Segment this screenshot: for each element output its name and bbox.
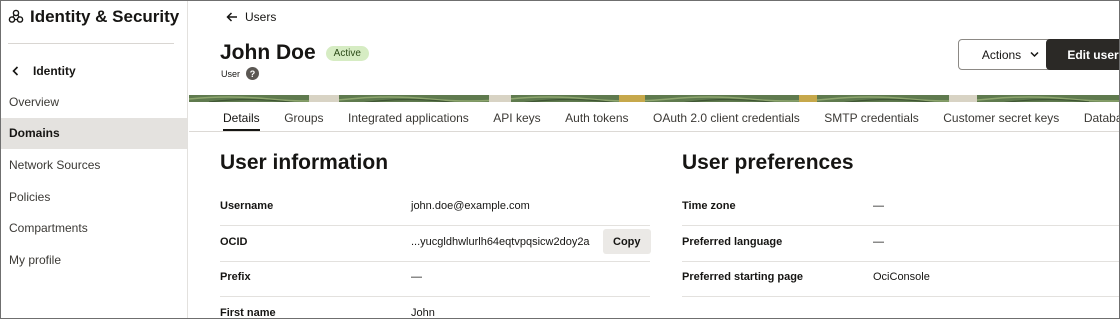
sidebar-item-compartments[interactable]: Compartments bbox=[1, 212, 187, 244]
tab-api-keys[interactable]: API keys bbox=[493, 102, 540, 132]
decorative-banner bbox=[189, 95, 1119, 102]
user-information-title: User information bbox=[220, 151, 389, 174]
info-label-first-name: First name bbox=[220, 307, 276, 319]
pref-value-time-zone: — bbox=[873, 200, 884, 212]
sidebar-brand: Identity & Security bbox=[8, 7, 179, 27]
info-row-ocid: OCID ...yucgldhwlurlh64eqtvpqsicw2doy2a … bbox=[220, 226, 651, 262]
info-row-first-name: First name John bbox=[220, 297, 650, 319]
sidebar: Identity & Security Identity Overview Do… bbox=[1, 1, 188, 318]
tab-oauth-client-credentials[interactable]: OAuth 2.0 client credentials bbox=[653, 102, 800, 132]
identity-security-icon bbox=[8, 9, 24, 23]
tab-smtp-credentials[interactable]: SMTP credentials bbox=[824, 102, 918, 132]
chevron-left-icon bbox=[12, 66, 19, 76]
sidebar-back-link[interactable]: Identity bbox=[9, 61, 76, 81]
pref-row-preferred-language: Preferred language — bbox=[682, 226, 1119, 262]
sidebar-item-overview[interactable]: Overview bbox=[1, 86, 187, 118]
page-subtitle: User bbox=[221, 68, 241, 79]
tab-database-passwords[interactable]: Database passwords bbox=[1084, 102, 1119, 132]
title-row: John Doe Active bbox=[220, 41, 369, 65]
copy-ocid-button[interactable]: Copy bbox=[603, 229, 651, 254]
tab-details[interactable]: Details bbox=[223, 102, 260, 132]
breadcrumb-back-link[interactable]: Users bbox=[225, 10, 276, 24]
subtitle-row: User ? bbox=[221, 67, 260, 80]
sidebar-item-domains[interactable]: Domains bbox=[1, 117, 187, 150]
info-value-username: john.doe@example.com bbox=[411, 200, 530, 212]
sidebar-title: Identity & Security bbox=[30, 7, 180, 26]
info-value-first-name: John bbox=[411, 307, 435, 319]
sidebar-item-network-sources[interactable]: Network Sources bbox=[1, 149, 187, 181]
status-badge: Active bbox=[325, 45, 369, 61]
pref-value-preferred-starting-page: OciConsole bbox=[873, 271, 930, 283]
pref-row-preferred-starting-page: Preferred starting page OciConsole bbox=[682, 261, 1119, 297]
sidebar-item-policies[interactable]: Policies bbox=[1, 181, 187, 213]
tab-groups[interactable]: Groups bbox=[284, 102, 323, 132]
pref-value-preferred-language: — bbox=[873, 236, 884, 248]
info-value-ocid: ...yucgldhwlurlh64eqtvpqsicw2doy2a bbox=[411, 236, 590, 248]
tab-bar-divider bbox=[189, 131, 1119, 132]
chevron-down-icon bbox=[1030, 51, 1039, 58]
tab-bar: Details Groups Integrated applications A… bbox=[223, 102, 1119, 132]
info-label-ocid: OCID bbox=[220, 236, 248, 248]
sidebar-back-label: Identity bbox=[33, 64, 76, 78]
actions-button-label: Actions bbox=[981, 47, 1022, 62]
edit-user-button[interactable]: Edit user bbox=[1046, 39, 1119, 70]
pref-label-preferred-starting-page: Preferred starting page bbox=[682, 271, 804, 283]
breadcrumb-label: Users bbox=[245, 10, 277, 24]
sidebar-divider bbox=[8, 43, 174, 44]
app-window: Identity & Security Identity Overview Do… bbox=[0, 0, 1120, 319]
info-row-prefix: Prefix — bbox=[220, 261, 650, 297]
sidebar-nav: Overview Domains Network Sources Policie… bbox=[1, 86, 187, 276]
main-content: Users John Doe Active User ? Actions Edi… bbox=[189, 1, 1119, 319]
tab-auth-tokens[interactable]: Auth tokens bbox=[565, 102, 628, 132]
pref-label-time-zone: Time zone bbox=[682, 200, 736, 212]
arrow-left-icon bbox=[226, 12, 237, 22]
tab-integrated-applications[interactable]: Integrated applications bbox=[348, 102, 469, 132]
info-label-username: Username bbox=[220, 200, 274, 212]
info-value-prefix: — bbox=[411, 271, 422, 283]
help-icon[interactable]: ? bbox=[246, 67, 260, 80]
user-preferences-title: User preferences bbox=[682, 151, 854, 174]
tab-customer-secret-keys[interactable]: Customer secret keys bbox=[943, 102, 1059, 132]
pref-label-preferred-language: Preferred language bbox=[682, 236, 783, 248]
info-row-username: Username john.doe@example.com bbox=[220, 190, 650, 226]
pref-row-time-zone: Time zone — bbox=[682, 190, 1119, 226]
info-label-prefix: Prefix bbox=[220, 271, 251, 283]
page-title: John Doe bbox=[220, 41, 316, 64]
sidebar-item-my-profile[interactable]: My profile bbox=[1, 244, 187, 276]
